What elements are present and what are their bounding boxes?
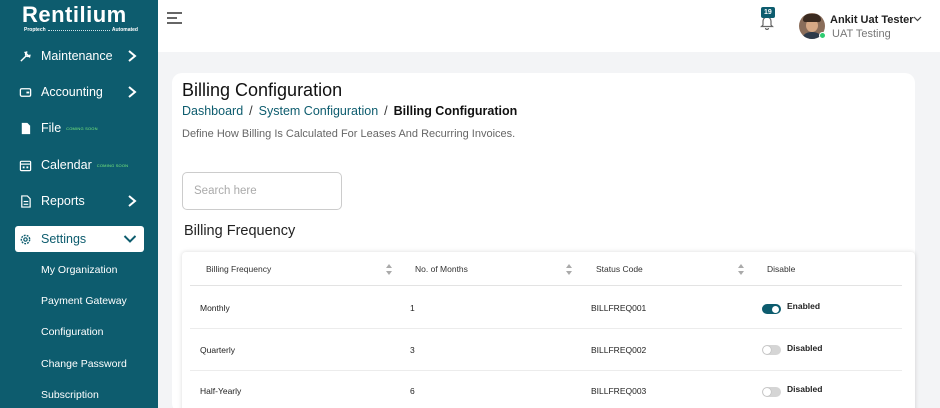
page-title: Billing Configuration xyxy=(182,80,343,100)
sidebar-item-settings[interactable]: Settings xyxy=(15,226,144,252)
cell-frequency: Half-Yearly xyxy=(200,386,242,396)
cell-months: 6 xyxy=(410,386,415,396)
status-toggle[interactable] xyxy=(762,345,781,355)
sidebar-item-file[interactable]: File COMING SOON xyxy=(18,115,146,141)
breadcrumb-current: Billing Configuration xyxy=(393,104,518,118)
sidebar-item-maintenance[interactable]: Maintenance xyxy=(18,43,146,69)
menu-icon[interactable] xyxy=(167,12,182,24)
online-status-dot xyxy=(819,32,826,39)
file-icon xyxy=(18,121,32,135)
status-toggle[interactable] xyxy=(762,304,781,314)
page-description: Define How Billing Is Calculated For Lea… xyxy=(182,128,516,140)
brand-logo[interactable]: Rentilium Proptech Automated xyxy=(22,2,142,36)
search-input[interactable] xyxy=(182,172,342,210)
sidebar-item-label: Settings xyxy=(41,232,87,246)
calendar-icon xyxy=(18,158,32,172)
column-header-disable: Disable xyxy=(767,264,796,274)
billing-frequency-table: Billing Frequency No. of Months Status C… xyxy=(182,252,915,408)
column-header-status-code[interactable]: Status Code xyxy=(596,264,643,274)
status-toggle[interactable] xyxy=(762,387,781,397)
status-label: Disabled xyxy=(787,343,823,353)
sidebar-item-label: Accounting xyxy=(41,85,103,99)
sort-icon[interactable] xyxy=(386,264,392,275)
coming-soon-badge: COMING SOON xyxy=(96,162,129,168)
top-bar: 19 Ankit Uat Tester UAT Testing xyxy=(158,0,940,52)
tools-icon xyxy=(18,49,32,63)
column-header-frequency[interactable]: Billing Frequency xyxy=(206,264,271,274)
brand-tag-left: Proptech xyxy=(24,27,46,33)
chevron-down-icon xyxy=(123,235,136,243)
page-scrollbar[interactable] xyxy=(934,52,940,408)
sidebar-item-reports[interactable]: Reports xyxy=(18,188,146,214)
report-icon xyxy=(18,194,32,208)
brand-tag-right: Automated xyxy=(111,27,138,33)
notification-badge[interactable]: 19 xyxy=(761,7,775,18)
cell-frequency: Quarterly xyxy=(200,345,235,355)
wallet-icon xyxy=(18,85,32,99)
sort-icon[interactable] xyxy=(738,264,744,275)
sidebar-subitem-change-password[interactable]: Change Password xyxy=(41,358,127,370)
gear-icon xyxy=(18,232,32,246)
chevron-right-icon xyxy=(128,50,137,62)
sidebar-subitem-payment-gateway[interactable]: Payment Gateway xyxy=(41,295,127,307)
status-label: Enabled xyxy=(787,301,821,311)
brand-name: Rentilium xyxy=(22,2,127,27)
cell-frequency: Monthly xyxy=(200,303,230,313)
cell-months: 1 xyxy=(410,303,415,313)
sidebar-item-label: Maintenance xyxy=(41,49,113,63)
cell-status-code: BILLFREQ001 xyxy=(591,303,647,313)
chevron-right-icon xyxy=(128,195,137,207)
sort-icon[interactable] xyxy=(566,264,572,275)
user-role: UAT Testing xyxy=(832,28,891,40)
sidebar-subitem-subscription[interactable]: Subscription xyxy=(41,389,99,401)
breadcrumb-dashboard[interactable]: Dashboard xyxy=(182,104,243,118)
column-header-months[interactable]: No. of Months xyxy=(415,264,468,274)
sidebar-item-calendar[interactable]: Calendar COMING SOON xyxy=(18,152,146,178)
chevron-right-icon xyxy=(128,86,137,98)
sidebar-item-label: Reports xyxy=(41,194,85,208)
cell-status-code: BILLFREQ002 xyxy=(591,345,647,355)
sidebar-subitem-configuration[interactable]: Configuration xyxy=(41,326,103,338)
user-name[interactable]: Ankit Uat Tester xyxy=(830,14,914,26)
breadcrumb-system-configuration[interactable]: System Configuration xyxy=(259,104,379,118)
cell-status-code: BILLFREQ003 xyxy=(591,386,647,396)
cell-months: 3 xyxy=(410,345,415,355)
sidebar-subitem-my-organization[interactable]: My Organization xyxy=(41,264,117,276)
main-card: Billing Configuration Dashboard / System… xyxy=(172,73,915,408)
section-title: Billing Frequency xyxy=(184,223,296,239)
coming-soon-badge: COMING SOON xyxy=(66,125,98,131)
sidebar-item-label: Calendar xyxy=(41,158,92,172)
sidebar-item-accounting[interactable]: Accounting xyxy=(18,79,146,105)
sidebar-item-label: File xyxy=(41,121,62,135)
breadcrumb: Dashboard / System Configuration / Billi… xyxy=(182,104,518,118)
chevron-down-icon[interactable] xyxy=(913,16,922,22)
status-label: Disabled xyxy=(787,384,823,394)
sidebar: Rentilium Proptech Automated Maintenance… xyxy=(0,0,158,408)
